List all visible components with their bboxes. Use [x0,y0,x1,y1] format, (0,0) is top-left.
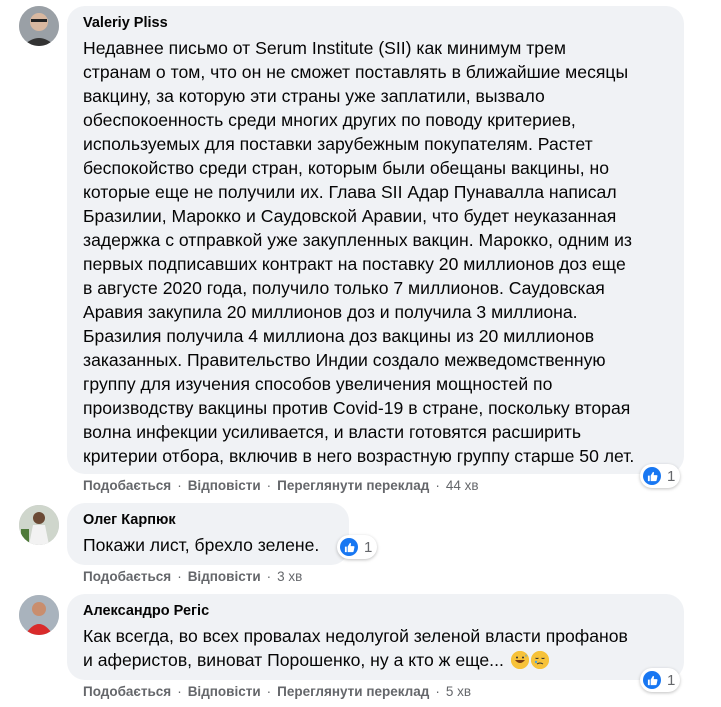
comment-author[interactable]: Valeriy Pliss [83,14,672,33]
reply-action[interactable]: Відповісти [188,684,261,699]
comment-text: Недавнее письмо от Serum Institute (SII)… [83,38,635,466]
reaction-summary[interactable]: 1 [337,535,378,559]
translate-action[interactable]: Переглянути переклад [277,478,429,493]
separator: · [177,569,182,584]
timestamp[interactable]: 44 хв [446,478,479,493]
reaction-count: 1 [364,538,373,556]
separator: · [266,684,272,699]
thumbs-up-icon [340,538,358,556]
translate-action[interactable]: Переглянути переклад [277,684,429,699]
avatar[interactable] [19,6,59,46]
separator: · [177,478,182,493]
timestamp[interactable]: 5 хв [446,684,471,699]
reaction-summary[interactable]: 1 [640,668,681,692]
comment-bubble: Олег Карпюк Покажи лист, брехло зелене. [67,503,349,565]
sleepy-face-emoji [530,651,549,669]
comment-bubble: Valeriy Pliss Недавнее письмо от Serum I… [67,6,684,474]
comment-actions: Подобається · Відповісти · Переглянути п… [83,478,479,493]
like-action[interactable]: Подобається [83,478,171,493]
separator: · [266,569,272,584]
comment-actions: Подобається · Відповісти · 3 хв [83,569,302,584]
avatar[interactable] [19,595,59,635]
comment-actions: Подобається · Відповісти · Переглянути п… [83,684,471,699]
like-action[interactable]: Подобається [83,684,171,699]
comment-bubble: Александро Регіс Как всегда, во всех про… [67,594,684,680]
avatar[interactable] [19,505,59,545]
reaction-count: 1 [667,671,676,689]
separator: · [435,478,440,493]
thumbs-up-icon [643,467,661,485]
comment-text: Как всегда, во всех провалах недолугой з… [83,624,672,672]
grinning-sweat-emoji [510,651,529,669]
comment-author[interactable]: Александро Регіс [83,602,672,621]
comment-text: Покажи лист, брехло зелене. [83,535,320,555]
reaction-summary[interactable]: 1 [640,464,681,488]
reply-action[interactable]: Відповісти [188,569,261,584]
timestamp[interactable]: 3 хв [277,569,302,584]
separator: · [435,684,440,699]
reply-action[interactable]: Відповісти [188,478,261,493]
thumbs-up-icon [643,671,661,689]
like-action[interactable]: Подобається [83,569,171,584]
separator: · [177,684,182,699]
comment-author[interactable]: Олег Карпюк [83,511,337,530]
reaction-count: 1 [667,467,676,485]
separator: · [266,478,272,493]
